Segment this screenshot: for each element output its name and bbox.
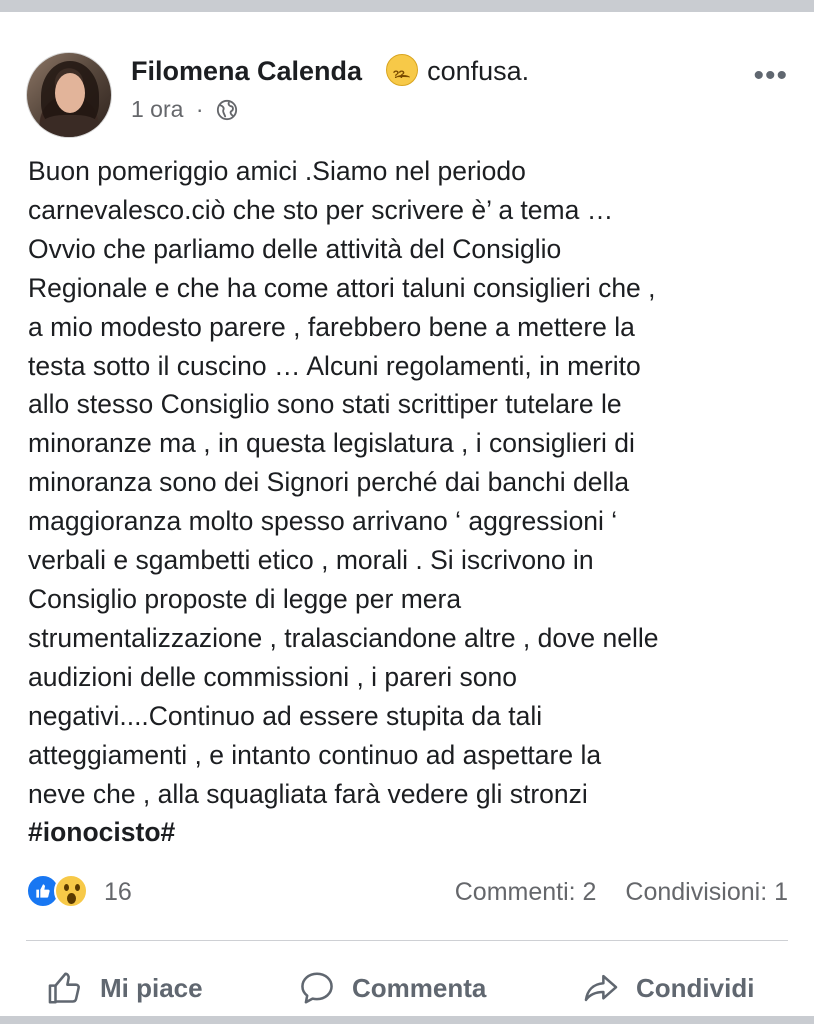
author-line: Filomena Calenda confusa. [131, 54, 530, 92]
post-text-line: Ovvio che parliamo delle attività del Co… [28, 233, 562, 264]
post-text-line: minoranze ma , in questa legislatura , i… [28, 428, 635, 459]
like-label: Mi piace [100, 972, 203, 1003]
meta-separator: · [195, 96, 204, 122]
post-text-line: maggioranza molto spesso arrivano ‘ aggr… [28, 506, 618, 537]
wow-reaction-icon [54, 874, 88, 908]
feeling-label: confusa. [427, 56, 530, 86]
author-name[interactable]: Filomena Calenda [131, 56, 362, 86]
post-body: Buon pomeriggio amici .Siamo nel periodo… [28, 152, 798, 852]
more-options-icon[interactable]: ••• [753, 61, 788, 91]
post-text-line: a mio modesto parere , farebbero bene a … [28, 311, 635, 342]
engagement-counts: Commenti: 2 Condivisioni: 1 [455, 878, 788, 907]
like-button[interactable]: Mi piace [46, 958, 203, 1018]
post-text-line: carnevalesco.ciò che sto per scrivere è’… [28, 194, 614, 225]
share-arrow-icon [584, 974, 618, 1002]
post-text-line: testa sotto il cuscino … Alcuni regolame… [28, 350, 641, 381]
post-text-line: Buon pomeriggio amici .Siamo nel periodo [28, 156, 526, 186]
post-header: Filomena Calenda confusa. 1 ora · ••• [26, 40, 796, 140]
post-text-line: strumentalizzazione , tralasciandone alt… [28, 622, 659, 653]
avatar[interactable] [26, 52, 112, 138]
divider [26, 940, 788, 941]
post-text-line: verbali e sgambetti etico , morali . Si … [28, 545, 594, 576]
reaction-count: 16 [104, 878, 132, 906]
post-meta: 1 ora · [131, 96, 238, 123]
thumbs-up-icon [48, 972, 80, 1004]
share-button[interactable]: Condividi [582, 958, 754, 1018]
share-label: Condividi [636, 972, 755, 1003]
post-stats: 16 Commenti: 2 Condivisioni: 1 [26, 870, 788, 910]
post-text-line: allo stesso Consiglio sono stati scritti… [28, 389, 622, 420]
post-text-line: minoranza sono dei Signori perché dai ba… [28, 467, 630, 498]
comments-count-link[interactable]: Commenti: 2 [455, 878, 597, 906]
post-text-line: negativi....Continuo ad essere stupita d… [28, 700, 543, 731]
post-actions: Mi piace Commenta Condividi [26, 958, 788, 1018]
post-text-line: audizioni delle commissioni , i pareri s… [28, 661, 518, 692]
feed-separator [0, 1016, 814, 1024]
shares-count-link[interactable]: Condivisioni: 1 [625, 878, 788, 906]
post-text-line: atteggiamenti , e intanto continuo ad as… [28, 739, 602, 770]
confused-face-icon [385, 54, 418, 92]
comment-button[interactable]: Commenta [298, 958, 486, 1018]
post-time[interactable]: 1 ora [131, 96, 183, 122]
hashtag-link[interactable]: #ionocisto# [28, 813, 798, 852]
post-text-line: Consiglio proposte di legge per mera [28, 583, 462, 614]
globe-icon[interactable] [216, 99, 238, 121]
post-text-line: neve che , alla squagliata farà vedere g… [28, 778, 588, 809]
comment-label: Commenta [352, 972, 487, 1003]
post-card: Filomena Calenda confusa. 1 ora · ••• Bu… [0, 12, 814, 1016]
post-text-line: Regionale e che ha come attori taluni co… [28, 272, 656, 303]
comment-bubble-icon [301, 972, 333, 1004]
